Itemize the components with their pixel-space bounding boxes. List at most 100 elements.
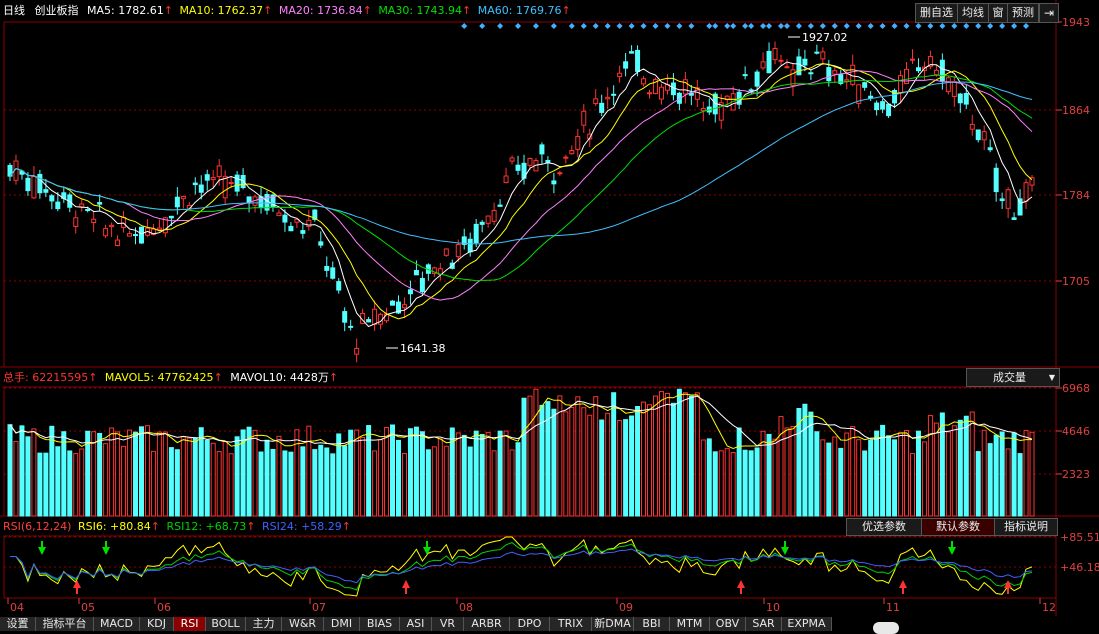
signal-diamond-icon (479, 23, 486, 29)
volume-bar (969, 411, 975, 517)
candle-body (969, 123, 975, 130)
volume-bar (13, 440, 19, 517)
volume-bar (945, 431, 951, 517)
volume-bar (491, 450, 497, 517)
rsi-header: RSI(6,12,24) RSI6: +80.84↑ RSI12: +68.73… (3, 520, 351, 534)
volume-bar (378, 439, 384, 517)
tab-15[interactable]: 新DMA (592, 617, 634, 631)
volume-tick-label: 2323 (1062, 468, 1090, 481)
volume-bar (270, 448, 276, 517)
rsi6-label: RSI6: +80.84↑ (77, 520, 160, 533)
volume-selector[interactable]: 成交量 ▼ (966, 368, 1060, 387)
volume-bar (939, 412, 945, 517)
tab-14[interactable]: TRIX (550, 617, 592, 631)
candle-body (778, 59, 784, 62)
candle-body (700, 107, 706, 112)
optimal-params-button[interactable]: 优选参数 (846, 518, 922, 536)
signal-diamond-icon (515, 23, 522, 29)
tab-0[interactable]: 设置 (0, 617, 36, 631)
candle-body (909, 58, 915, 61)
ma-settings-button[interactable]: 均线 (957, 3, 989, 23)
candle-body (413, 269, 419, 276)
candle-body (115, 239, 121, 246)
volume-bar (431, 446, 437, 517)
forecast-button[interactable]: 预测 (1007, 3, 1039, 23)
signal-diamond-icon (592, 23, 599, 29)
volume-bar (425, 449, 431, 517)
candle-body (228, 182, 234, 185)
scroll-knob-icon[interactable] (873, 622, 899, 634)
tab-10[interactable]: ASI (400, 617, 432, 631)
tab-19[interactable]: SAR (746, 617, 782, 631)
volume-bar (192, 437, 198, 517)
exit-icon[interactable]: ⇥ (1039, 3, 1059, 23)
volume-bar (533, 388, 539, 517)
signal-diamond-icon (568, 23, 575, 29)
signal-diamond-icon (855, 23, 862, 29)
volume-bar (138, 426, 144, 517)
volume-bar (718, 450, 724, 517)
candle-body (485, 215, 491, 224)
period-label: 日线 (3, 4, 25, 17)
candle-body (49, 195, 55, 202)
tab-5[interactable]: BOLL (206, 617, 246, 631)
signal-diamond-icon (580, 23, 587, 29)
volume-bar (927, 415, 933, 517)
volume-bar (91, 431, 97, 517)
volume-bar (55, 446, 61, 517)
volume-bar (503, 430, 509, 517)
volume-bar (19, 425, 25, 517)
volume-bar (563, 411, 569, 517)
candle-body (814, 51, 820, 54)
candle-body (234, 174, 240, 192)
remove-watchlist-button[interactable]: 删自选 (915, 3, 958, 23)
volume-tick-label: 6968 (1062, 382, 1090, 395)
tab-11[interactable]: VR (432, 617, 464, 631)
candle-body (246, 196, 252, 203)
volume-bar (569, 406, 575, 517)
sell-arrow-icon (423, 547, 431, 555)
volume-bar (892, 439, 898, 517)
tab-8[interactable]: DMI (324, 617, 360, 631)
candle-body (276, 212, 282, 217)
volume-bar (228, 453, 234, 517)
volume-bar (742, 449, 748, 517)
window-button[interactable]: 窗 (988, 3, 1008, 23)
tab-6[interactable]: 主力 (246, 617, 282, 631)
tab-17[interactable]: MTM (670, 617, 710, 631)
candle-body (635, 49, 641, 72)
tab-20[interactable]: EXPMA (782, 617, 832, 631)
candle-body (198, 184, 204, 193)
volume-bar (413, 426, 419, 517)
tab-18[interactable]: OBV (710, 617, 746, 631)
candle-body (318, 241, 324, 246)
candle-body (109, 224, 115, 228)
volume-bar (647, 404, 653, 517)
tab-1[interactable]: 指标平台 (36, 617, 94, 631)
candle-body (790, 69, 796, 87)
tab-13[interactable]: DPO (510, 617, 550, 631)
tab-16[interactable]: BBI (634, 617, 670, 631)
candle-body (527, 157, 533, 166)
tab-9[interactable]: BIAS (360, 617, 400, 631)
volume-bar (688, 395, 694, 517)
rsi12-label: RSI12: +68.73↑ (166, 520, 256, 533)
volume-bar (168, 447, 174, 517)
mavol10-label: MAVOL10: 4428万↑ (230, 371, 339, 384)
tab-2[interactable]: MACD (94, 617, 140, 631)
candle-body (898, 75, 904, 94)
signal-diamond-icon (951, 23, 958, 29)
volume-bar (605, 412, 611, 517)
tab-4[interactable]: RSI (174, 617, 206, 631)
default-params-button[interactable]: 默认参数 (921, 518, 995, 536)
candle-body (390, 300, 396, 306)
candle-body (748, 89, 754, 92)
tab-3[interactable]: KDJ (140, 617, 174, 631)
volume-bar (294, 429, 300, 517)
candle-body (103, 228, 109, 237)
indicator-help-button[interactable]: 指标说明 (994, 518, 1058, 536)
signal-diamond-icon (676, 23, 683, 29)
tab-7[interactable]: W&R (282, 617, 324, 631)
tab-12[interactable]: ARBR (464, 617, 510, 631)
candle-body (204, 174, 210, 181)
